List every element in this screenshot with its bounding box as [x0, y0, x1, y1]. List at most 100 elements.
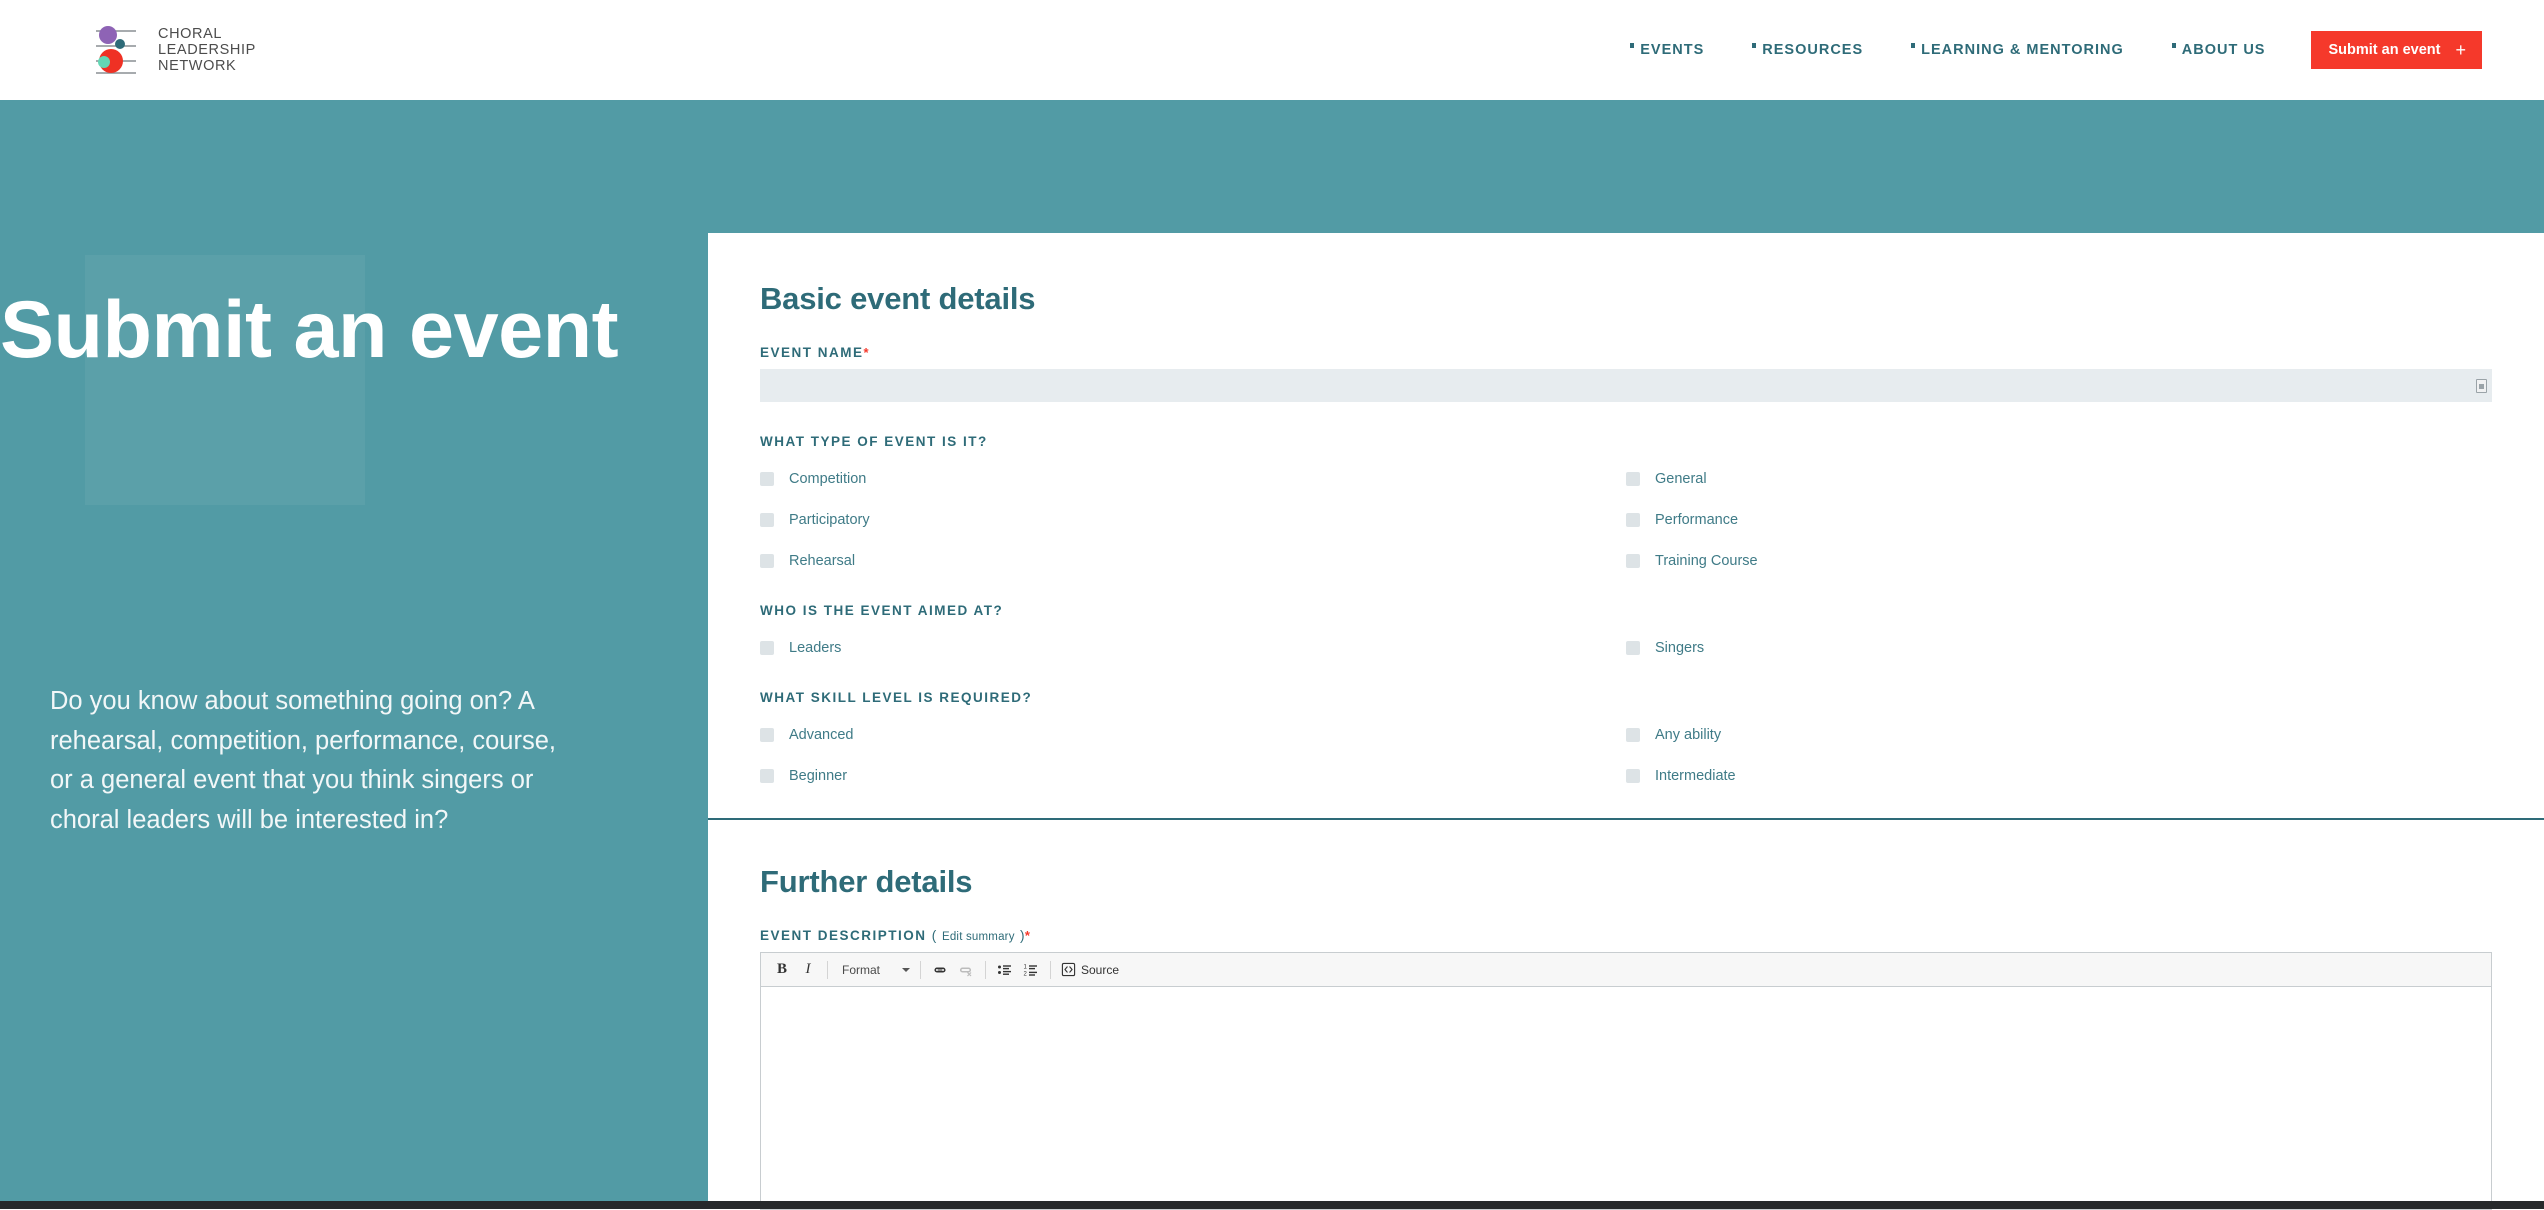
event-submission-form: Basic event details EVENT NAME* WHAT TYP… [708, 233, 2544, 1201]
checkbox-label: Any ability [1655, 727, 1721, 743]
checkbox-label: Participatory [789, 512, 870, 528]
checkbox-leaders[interactable]: Leaders [760, 627, 1626, 668]
source-label: Source [1081, 963, 1119, 977]
event-name-input-wrapper [760, 369, 2492, 402]
event-description-label: EVENT DESCRIPTION ( Edit summary )* [760, 928, 2492, 943]
checkbox-advanced[interactable]: Advanced [760, 714, 1626, 755]
link-icon[interactable] [927, 957, 953, 983]
checkbox-box-icon[interactable] [1626, 769, 1640, 783]
aimed-at-column-left: Leaders [760, 627, 1626, 668]
logo-line-2: LEADERSHIP [158, 42, 256, 58]
source-button[interactable]: Source [1057, 962, 1123, 977]
bulleted-list-icon[interactable] [992, 957, 1018, 983]
bullet-icon [1911, 43, 1915, 48]
checkbox-box-icon[interactable] [760, 513, 774, 527]
edit-summary-link[interactable]: Edit summary [942, 931, 1015, 943]
checkbox-box-icon[interactable] [1626, 641, 1640, 655]
checkbox-label: Intermediate [1655, 768, 1736, 784]
section-further-details: Further details EVENT DESCRIPTION ( Edit… [708, 820, 2544, 1210]
event-name-label-text: EVENT NAME [760, 345, 864, 360]
checkbox-box-icon[interactable] [1626, 472, 1640, 486]
skill-level-column-right: Any ability Intermediate [1626, 714, 2492, 796]
checkbox-any-ability[interactable]: Any ability [1626, 714, 2492, 755]
source-code-icon [1061, 962, 1076, 977]
svg-text:2: 2 [1024, 971, 1028, 977]
checkbox-label: Training Course [1655, 553, 1758, 569]
nav-label: ABOUT US [2182, 42, 2266, 58]
chevron-down-icon [902, 968, 910, 972]
nav-item-events[interactable]: EVENTS [1630, 42, 1704, 58]
event-description-label-text: EVENT DESCRIPTION [760, 928, 927, 943]
hero-description: Do you know about something going on? A … [50, 682, 580, 840]
nav-item-about-us[interactable]: ABOUT US [2172, 42, 2266, 58]
checkbox-box-icon[interactable] [760, 769, 774, 783]
event-type-column-right: General Performance Training Course [1626, 458, 2492, 581]
submit-event-label: Submit an event [2328, 42, 2440, 58]
checkbox-box-icon[interactable] [760, 641, 774, 655]
numbered-list-icon[interactable]: 1 2 [1018, 957, 1044, 983]
checkbox-label: Competition [789, 471, 866, 487]
toolbar-separator [920, 961, 921, 979]
site-header: CHORAL LEADERSHIP NETWORK EVENTS RESOURC… [0, 0, 2544, 100]
checkbox-general[interactable]: General [1626, 458, 2492, 499]
checkbox-label: Rehearsal [789, 553, 855, 569]
site-logo[interactable]: CHORAL LEADERSHIP NETWORK [96, 22, 256, 78]
checkbox-label: Advanced [789, 727, 854, 743]
aimed-at-label: WHO IS THE EVENT AIMED AT? [760, 603, 2492, 618]
skill-level-label: WHAT SKILL LEVEL IS REQUIRED? [760, 690, 2492, 705]
editor-toolbar: B I Format [761, 953, 2491, 987]
checkbox-competition[interactable]: Competition [760, 458, 1626, 499]
checkbox-intermediate[interactable]: Intermediate [1626, 755, 2492, 796]
rich-text-editor: B I Format [760, 952, 2492, 1210]
nav-label: EVENTS [1640, 42, 1704, 58]
checkbox-box-icon[interactable] [760, 472, 774, 486]
bullet-icon [1630, 43, 1634, 48]
event-type-column-left: Competition Participatory Rehearsal [760, 458, 1626, 581]
logo-wordmark: CHORAL LEADERSHIP NETWORK [158, 26, 256, 74]
nav-item-learning-mentoring[interactable]: LEARNING & MENTORING [1911, 42, 2124, 58]
choral-network-logo-icon [96, 22, 148, 78]
checkbox-box-icon[interactable] [760, 728, 774, 742]
section-heading-further: Further details [760, 864, 2492, 900]
event-description-editor-body[interactable] [761, 987, 2491, 1209]
resize-grip-icon[interactable] [2476, 379, 2487, 393]
paren-open: ( [932, 928, 937, 943]
event-type-checkbox-group: Competition Participatory Rehearsal Gene… [760, 458, 2492, 581]
aimed-at-checkbox-group: Leaders Singers [760, 627, 2492, 668]
required-asterisk: * [1025, 928, 1032, 943]
nav-label: RESOURCES [1762, 42, 1863, 58]
section-heading-basic: Basic event details [760, 281, 2492, 317]
checkbox-box-icon[interactable] [1626, 513, 1640, 527]
event-name-label: EVENT NAME* [760, 345, 2492, 360]
checkbox-beginner[interactable]: Beginner [760, 755, 1626, 796]
main-navigation: EVENTS RESOURCES LEARNING & MENTORING AB… [1582, 0, 2482, 100]
checkbox-label: General [1655, 471, 1707, 487]
italic-button[interactable]: I [795, 957, 821, 983]
nav-item-resources[interactable]: RESOURCES [1752, 42, 1863, 58]
logo-line-3: NETWORK [158, 58, 256, 74]
checkbox-box-icon[interactable] [1626, 554, 1640, 568]
submit-an-event-button[interactable]: Submit an event + [2311, 31, 2482, 69]
event-name-input[interactable] [760, 369, 2492, 402]
checkbox-participatory[interactable]: Participatory [760, 499, 1626, 540]
format-dropdown[interactable]: Format [834, 957, 914, 983]
checkbox-label: Performance [1655, 512, 1738, 528]
section-basic-event-details: Basic event details EVENT NAME* WHAT TYP… [708, 233, 2544, 796]
required-asterisk: * [864, 345, 871, 360]
toolbar-separator [985, 961, 986, 979]
bold-button[interactable]: B [769, 957, 795, 983]
checkbox-singers[interactable]: Singers [1626, 627, 2492, 668]
bullet-icon [2172, 43, 2176, 48]
plus-icon: + [2455, 44, 2466, 56]
checkbox-performance[interactable]: Performance [1626, 499, 2492, 540]
format-dropdown-label: Format [842, 963, 880, 977]
checkbox-rehearsal[interactable]: Rehearsal [760, 540, 1626, 581]
aimed-at-column-right: Singers [1626, 627, 2492, 668]
toolbar-separator [827, 961, 828, 979]
checkbox-box-icon[interactable] [760, 554, 774, 568]
checkbox-box-icon[interactable] [1626, 728, 1640, 742]
bullet-icon [1752, 43, 1756, 48]
event-type-label: WHAT TYPE OF EVENT IS IT? [760, 434, 2492, 449]
unlink-icon[interactable] [953, 957, 979, 983]
checkbox-training-course[interactable]: Training Course [1626, 540, 2492, 581]
